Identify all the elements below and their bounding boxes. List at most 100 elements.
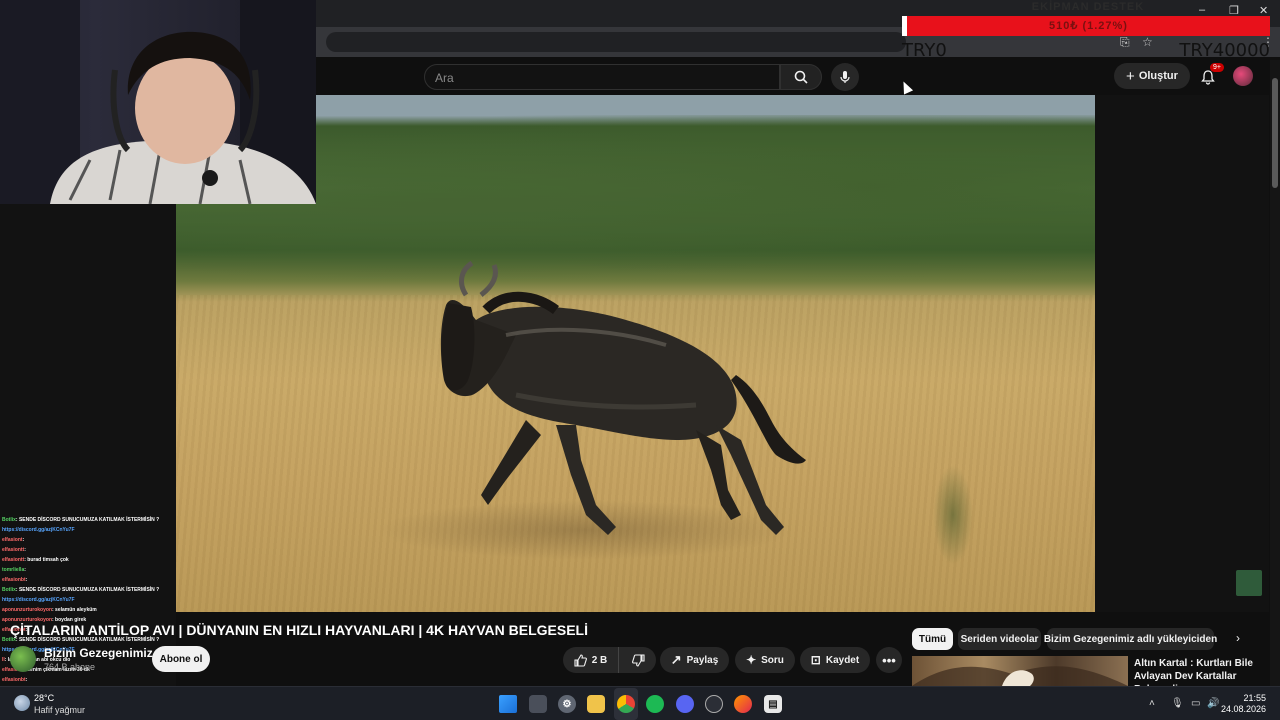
plus-icon: + — [1126, 67, 1135, 85]
obs-icon[interactable] — [705, 695, 723, 713]
settings-icon[interactable]: ⚙ — [558, 695, 576, 713]
channel-watermark[interactable] — [1236, 570, 1262, 596]
chat-username: tomrliella — [2, 567, 25, 573]
chat-text: : — [25, 577, 28, 583]
spotify-icon[interactable] — [646, 695, 664, 713]
thumbs-down-icon — [631, 653, 645, 667]
weather-temperature[interactable]: 28°C — [34, 693, 54, 703]
chat-username: elfasionbt — [2, 577, 26, 583]
system-clock[interactable]: 21:55 24.08.2026 — [1221, 693, 1266, 715]
chip-all[interactable]: Tümü — [912, 628, 953, 650]
chat-message: Botlix: SENDE DİSCORD SUNUCUMUZA KATILMA… — [2, 585, 180, 595]
donation-progress-bar: 510₺ (1.27%) — [902, 16, 1270, 36]
chat-text: : SENDE DİSCORD SUNUCUMUZA KATILMAK İSTE… — [15, 587, 160, 593]
chat-username: Botlix — [2, 517, 16, 523]
firefox-icon[interactable] — [734, 695, 752, 713]
chat-message: elfasiontt: burad timsah çok — [2, 555, 180, 565]
chat-message: elfasiont: — [2, 535, 180, 545]
account-avatar[interactable] — [1233, 66, 1253, 86]
subscriber-count: 764 B abone — [44, 662, 96, 672]
ask-label: Soru — [761, 654, 784, 666]
chat-username: elfasiontt — [2, 557, 25, 563]
chat-message: elfasiontt: — [2, 545, 180, 555]
channel-name[interactable]: Bizim Gezegenimiz — [44, 646, 153, 660]
chrome-icon[interactable] — [617, 695, 635, 713]
chevron-right-icon[interactable]: › — [1236, 631, 1240, 645]
weather-description[interactable]: Hafif yağmur — [34, 705, 85, 715]
subscribe-button[interactable]: Abone ol — [152, 646, 210, 672]
chat-text: : selamün aleyküm — [52, 607, 97, 613]
chat-username: aponunzurturokoyon — [2, 607, 52, 613]
search-button[interactable] — [780, 64, 822, 90]
weather-icon[interactable] — [14, 695, 30, 711]
voice-search-button[interactable] — [831, 63, 859, 91]
discord-icon[interactable] — [676, 695, 694, 713]
share-button[interactable]: ↗ Paylaş — [660, 647, 729, 673]
chat-text: : — [24, 567, 26, 573]
chat-message: Botlix: SENDE DİSCORD SUNUCUMUZA KATILMA… — [2, 515, 180, 525]
channel-avatar[interactable] — [10, 646, 36, 672]
chat-message: elfasionbt: — [2, 575, 180, 585]
search-icon — [794, 70, 808, 84]
tray-microphone-icon[interactable]: 🎙 — [1171, 698, 1184, 709]
more-actions-button[interactable]: ••• — [876, 647, 902, 673]
recommendation-thumbnail[interactable] — [912, 656, 1128, 686]
start-icon[interactable] — [499, 695, 517, 713]
donation-title: EKİPMAN DESTEK — [1031, 1, 1145, 13]
chat-message: tomrliella: — [2, 565, 180, 575]
donation-goal-overlay: EKİPMAN DESTEK 510₺ (1.27%) TRY0 TRY4000… — [902, 0, 1280, 62]
chat-text: : SENDE DİSCORD SUNUCUMUZA KATILMAK İSTE… — [15, 517, 160, 523]
tray-chevron-up-icon[interactable]: ˄ — [1149, 698, 1155, 709]
thumbs-up-icon — [574, 653, 587, 667]
app-icon[interactable]: ▤ — [764, 695, 782, 713]
share-label: Paylaş — [686, 654, 719, 666]
video-title: ÇİTALARIN ANTİLOP AVI | DÜNYANIN EN HIZL… — [10, 622, 588, 638]
chat-text: https://discord.gg/azjKCnYu7F — [2, 527, 75, 533]
ask-button[interactable]: ✦ Soru — [735, 647, 795, 673]
chat-message: https://discord.gg/azjKCnYu7F — [2, 595, 180, 605]
notifications-button[interactable]: 9+ — [1196, 63, 1224, 89]
webcam-overlay — [0, 0, 316, 204]
scrollbar-thumb[interactable] — [1272, 78, 1278, 188]
dislike-button[interactable] — [620, 647, 656, 673]
secondary-column — [1095, 95, 1269, 612]
chat-message: aponunzurturokoyon: selamün aleyküm — [2, 605, 180, 615]
youtube-header: Ara + Oluştur 9+ — [316, 57, 1280, 95]
share-icon: ↗ — [670, 652, 682, 667]
donation-progress-text: 510₺ (1.27%) — [1049, 20, 1128, 32]
save-button[interactable]: ⊡ Kaydet — [800, 647, 870, 673]
tray-display-icon[interactable]: ▭ — [1191, 698, 1200, 709]
clock-time: 21:55 — [1243, 693, 1266, 703]
windows-taskbar: 28°C Hafif yağmur ⚙ ▤ ˄ 🎙 ▭ 🔊 21:55 24.0… — [0, 686, 1280, 720]
chat-text: : — [22, 537, 25, 543]
bookmark-icon: ⊡ — [810, 653, 821, 667]
chip-series[interactable]: Seriden videolar — [958, 628, 1041, 650]
save-label: Kaydet — [825, 654, 860, 666]
chip-uploader[interactable]: Bizim Gezegenimiz adlı yükleyiciden — [1044, 628, 1217, 650]
chat-message: https://discord.gg/azjKCnYu7F — [2, 525, 180, 535]
clock-date: 24.08.2026 — [1220, 704, 1266, 714]
task-view-icon[interactable] — [529, 695, 547, 713]
eagle-thumbnail-art — [912, 666, 1128, 686]
address-bar[interactable] — [326, 32, 906, 52]
sparkle-icon: ✦ — [746, 653, 757, 667]
page-scrollbar[interactable] — [1270, 60, 1280, 686]
chat-username: elfasiont — [2, 537, 23, 543]
microphone-icon — [840, 71, 850, 83]
search-placeholder: Ara — [435, 71, 454, 85]
like-button[interactable]: 2 B — [563, 647, 619, 673]
file-explorer-icon[interactable] — [587, 695, 605, 713]
like-dislike-group: 2 B — [563, 647, 656, 673]
search-input[interactable]: Ara — [424, 64, 780, 90]
notification-badge: 9+ — [1210, 63, 1224, 72]
tray-volume-icon[interactable]: 🔊 — [1207, 698, 1219, 709]
chat-username: Botlix — [2, 587, 16, 593]
streamer-figure — [0, 0, 316, 204]
screen: – ❐ ✕ ⎘ ☆ ⋮ EKİPMAN DESTEK 510₺ (1.27%) … — [0, 0, 1280, 720]
chat-text: https://discord.gg/azjKCnYu7F — [2, 597, 75, 603]
channel-row: Bizim Gezegenimiz 764 B abone Abone ol — [6, 642, 546, 682]
more-horizontal-icon: ••• — [882, 652, 896, 668]
create-label: Oluştur — [1138, 70, 1178, 82]
create-button[interactable]: + Oluştur — [1114, 63, 1190, 89]
like-count: 2 B — [591, 654, 608, 666]
